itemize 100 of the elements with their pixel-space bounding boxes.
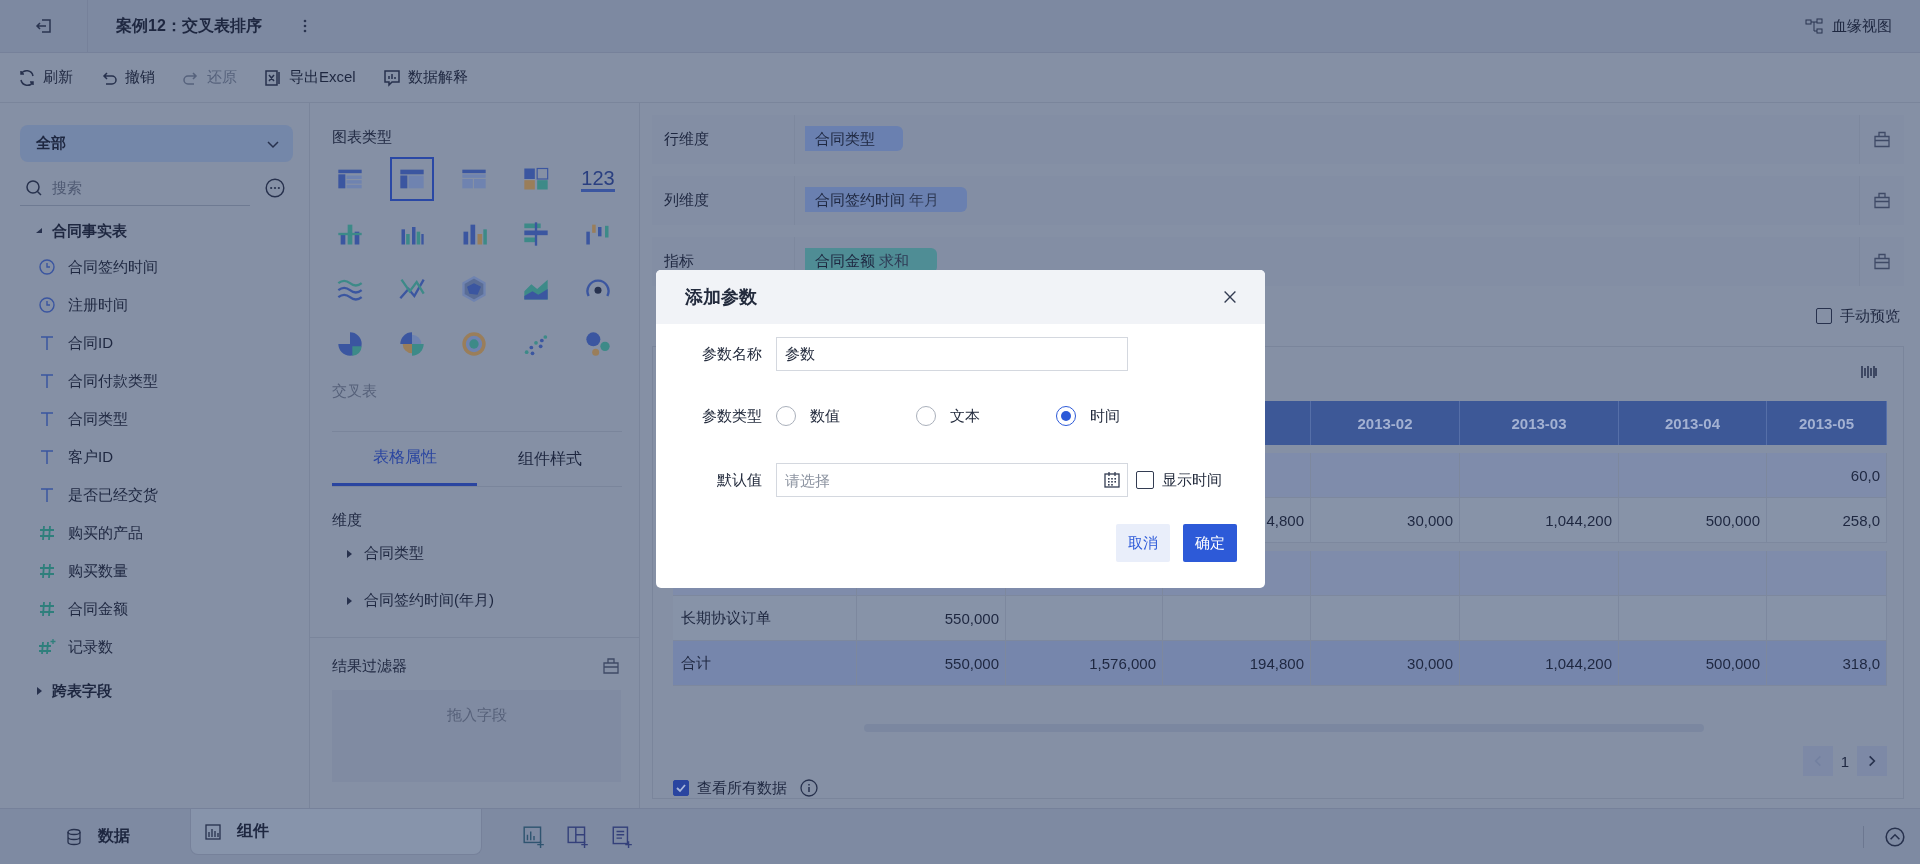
field-chip[interactable]: 合同类型 bbox=[805, 126, 903, 151]
source-dropdown[interactable]: 全部 bbox=[20, 125, 293, 162]
radio-label: 数值 bbox=[810, 406, 840, 426]
table-cell: 550,000 bbox=[857, 596, 1006, 641]
checkbox[interactable] bbox=[1816, 308, 1832, 324]
checkbox[interactable] bbox=[1136, 471, 1154, 489]
lineage-icon bbox=[1804, 16, 1824, 36]
table-group[interactable]: 合同事实表 bbox=[20, 214, 291, 248]
add-layout-icon[interactable] bbox=[566, 824, 590, 849]
cancel-button[interactable]: 取消 bbox=[1116, 524, 1170, 562]
text-type-icon bbox=[38, 448, 56, 466]
more-icon[interactable] bbox=[301, 18, 308, 34]
chart-comment-icon bbox=[381, 67, 402, 88]
dimension-item[interactable]: 合同类型 bbox=[332, 530, 639, 577]
field-item[interactable]: 合同金额 bbox=[20, 590, 291, 628]
refresh-icon bbox=[17, 67, 37, 88]
text-type-icon bbox=[38, 486, 56, 504]
panel-tab[interactable]: 表格属性 bbox=[332, 432, 477, 486]
chart-icon bbox=[203, 821, 223, 842]
clock-icon bbox=[38, 258, 56, 276]
toolbar-button[interactable]: 撤销 bbox=[99, 67, 155, 88]
table-cell: 60,0 bbox=[1767, 453, 1887, 498]
table-cell: 1,576,000 bbox=[1006, 641, 1163, 686]
column-header: 2013-02 bbox=[1311, 401, 1460, 445]
lineage-view-button[interactable]: 血缘视图 bbox=[1804, 16, 1892, 36]
section-title: 图表类型 bbox=[332, 128, 393, 147]
page-number: 1 bbox=[1840, 752, 1849, 770]
add-chart-icon[interactable] bbox=[522, 824, 546, 849]
shelf-label: 列维度 bbox=[652, 176, 795, 225]
field-chip[interactable]: 合同签约时间 年月 bbox=[805, 187, 967, 212]
text-type-icon bbox=[38, 334, 56, 352]
radio-label: 时间 bbox=[1090, 406, 1120, 426]
table-cell: 合计 bbox=[673, 641, 857, 686]
checkbox-label: 显示时间 bbox=[1162, 470, 1222, 490]
report-title: 案例12：交叉表排序 bbox=[116, 15, 262, 36]
field-item[interactable]: 合同ID bbox=[20, 324, 291, 362]
field-item[interactable]: 购买数量 bbox=[20, 552, 291, 590]
section-title: 结果过滤器 bbox=[332, 656, 407, 676]
name-input[interactable]: 参数 bbox=[776, 337, 1128, 371]
field-item[interactable]: 合同付款类型 bbox=[20, 362, 291, 400]
field-item[interactable]: 客户ID bbox=[20, 438, 291, 476]
caret-icon bbox=[344, 548, 354, 559]
check-icon bbox=[675, 782, 687, 794]
table-cell: 30,000 bbox=[1311, 641, 1460, 686]
confirm-button[interactable]: 确定 bbox=[1183, 524, 1237, 562]
radar-chart-icon bbox=[460, 275, 488, 303]
pie-chart-icon bbox=[398, 330, 426, 358]
field-item[interactable]: 是否已经交货 bbox=[20, 476, 291, 514]
bottom-tab[interactable]: 组件 bbox=[190, 809, 482, 855]
field-item[interactable]: 注册时间 bbox=[20, 286, 291, 324]
table-cell: 550,000 bbox=[857, 641, 1006, 686]
table-cell: 30,000 bbox=[1311, 498, 1460, 543]
toolbar-button[interactable]: 数据解释 bbox=[381, 67, 468, 88]
hash-icon bbox=[38, 562, 56, 580]
shelf-label: 行维度 bbox=[652, 115, 795, 164]
toolbox-icon[interactable] bbox=[601, 656, 621, 676]
calendar-icon[interactable] bbox=[1102, 470, 1122, 490]
toolbar-button[interactable]: 导出Excel bbox=[263, 67, 356, 88]
pie-chart-icon bbox=[336, 330, 364, 358]
clock-icon bbox=[38, 296, 56, 314]
collapse-icon[interactable] bbox=[1863, 825, 1906, 848]
table-group[interactable]: 跨表字段 bbox=[20, 674, 291, 708]
table-cell: 500,000 bbox=[1619, 641, 1767, 686]
add-text-icon[interactable] bbox=[610, 824, 634, 849]
chart-type-option[interactable] bbox=[390, 157, 434, 201]
field-item[interactable]: 记录数 bbox=[20, 628, 291, 666]
column-header: 2013-03 bbox=[1460, 401, 1619, 445]
chart-type-option[interactable]: 123 bbox=[576, 157, 620, 201]
text-type-icon bbox=[38, 372, 56, 390]
field-item[interactable]: 合同类型 bbox=[20, 400, 291, 438]
panel-tab[interactable]: 组件样式 bbox=[477, 432, 622, 486]
bubble-chart-icon bbox=[584, 330, 612, 358]
ring-chart-icon bbox=[460, 330, 488, 358]
horizontal-bar-chart-icon bbox=[522, 220, 550, 248]
form-label: 默认值 bbox=[716, 470, 762, 490]
caret-icon bbox=[34, 686, 44, 696]
field-item[interactable]: 合同签约时间 bbox=[20, 248, 291, 286]
table-cell: 长期协议订单 bbox=[673, 596, 857, 641]
checkbox[interactable] bbox=[673, 780, 689, 796]
table-cell: 318,0 bbox=[1767, 641, 1887, 686]
info-icon[interactable] bbox=[799, 778, 819, 798]
table-cell: 1,044,200 bbox=[1460, 641, 1619, 686]
exit-icon[interactable] bbox=[33, 16, 54, 36]
more-icon[interactable] bbox=[264, 177, 286, 199]
toolbar-button[interactable]: 刷新 bbox=[17, 67, 73, 88]
text-type-icon bbox=[38, 410, 56, 428]
search-icon bbox=[24, 178, 44, 198]
table-cell: 1,044,200 bbox=[1460, 498, 1619, 543]
checkbox-label: 查看所有数据 bbox=[697, 778, 787, 798]
tiles-icon bbox=[522, 165, 550, 193]
next-page-button[interactable] bbox=[1857, 746, 1887, 776]
table-cell: 258,0 bbox=[1767, 498, 1887, 543]
dialog-title: 添加参数 bbox=[685, 286, 757, 309]
hash-icon bbox=[38, 524, 56, 542]
caret-icon bbox=[34, 226, 44, 236]
dimension-item[interactable]: 合同签约时间(年月) bbox=[332, 577, 639, 624]
field-item[interactable]: 购买的产品 bbox=[20, 514, 291, 552]
bottom-tab[interactable]: 数据 bbox=[0, 809, 190, 864]
database-icon bbox=[64, 826, 84, 847]
date-field[interactable]: 请选择 bbox=[776, 463, 1128, 497]
